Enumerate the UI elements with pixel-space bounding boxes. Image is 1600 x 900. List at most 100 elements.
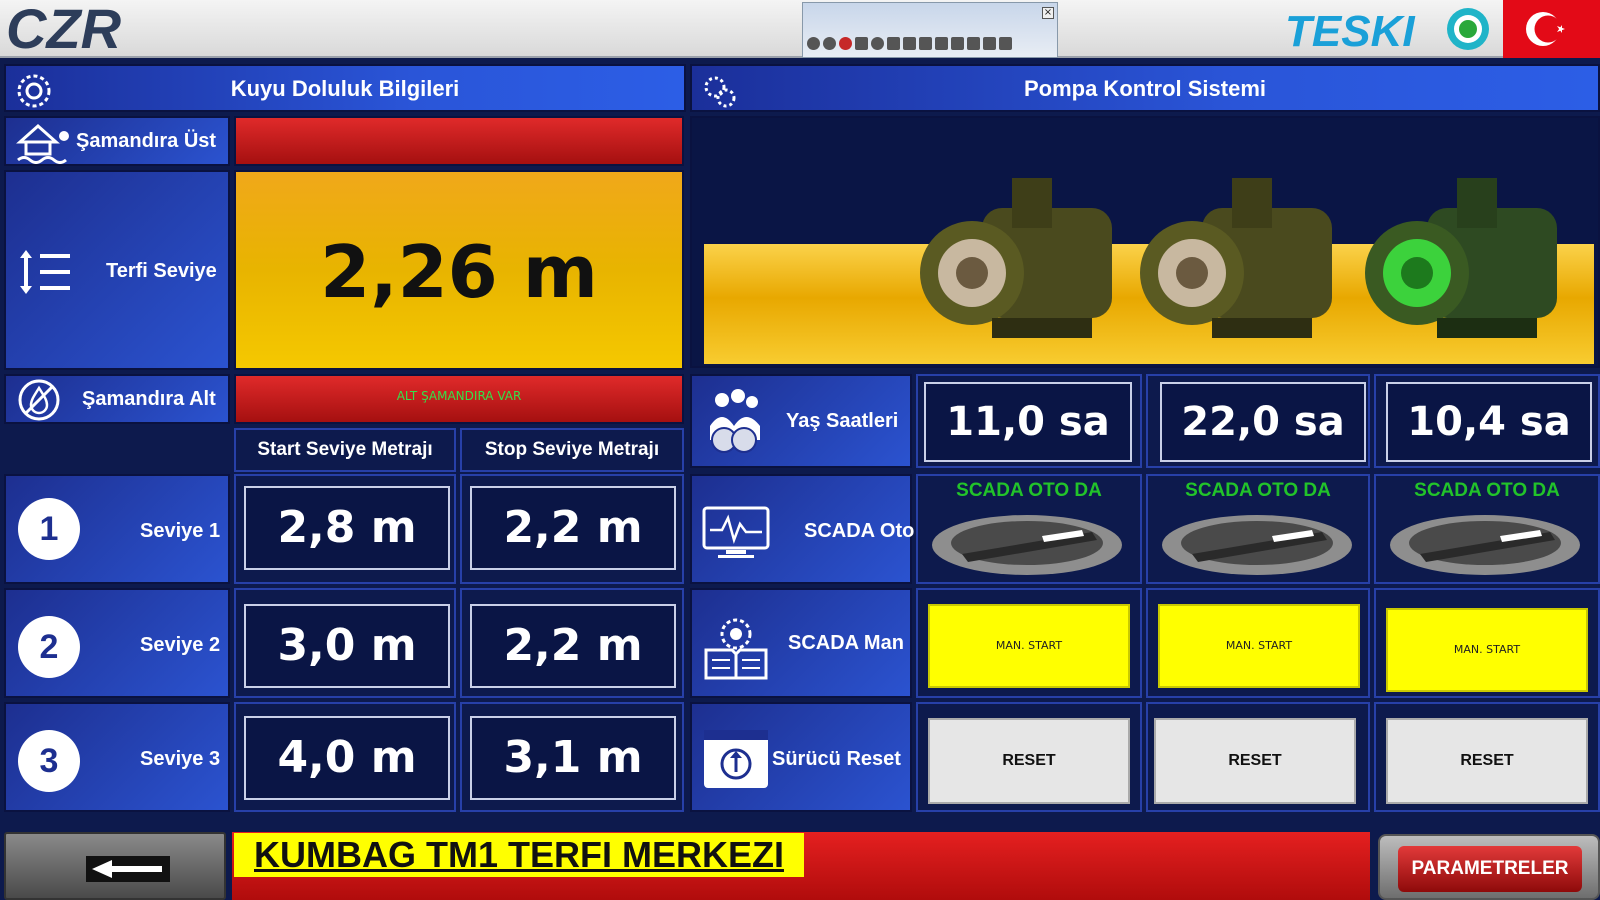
- level-3-stop-value[interactable]: 3,1 m: [470, 716, 676, 800]
- scada-manual-label: SCADA Man: [788, 632, 904, 654]
- pump-1-manual-start-button[interactable]: MAN. START: [928, 604, 1130, 688]
- pump-1-reset-button[interactable]: RESET: [928, 718, 1130, 804]
- float-top-alarm-bar: [234, 116, 684, 166]
- pump-2-manual-start-button[interactable]: MAN. START: [1158, 604, 1360, 688]
- level-2-start-cell: 3,0 m: [234, 588, 456, 698]
- pump-1-scada-status: SCADA OTO DA: [956, 480, 1102, 501]
- pump-panel-header: Pompa Kontrol Sistemi: [690, 64, 1600, 112]
- level-row-2: 2 Seviye 2: [4, 588, 230, 698]
- image-icon[interactable]: [919, 37, 932, 50]
- driver-reset-label-cell: Sürücü Reset: [690, 702, 912, 812]
- scada-manual-label-cell: SCADA Man: [690, 588, 912, 698]
- float-bottom-status-bar: ALT ŞAMANDIRA VAR: [234, 374, 684, 424]
- turkish-flag-icon: [1503, 0, 1600, 58]
- play-icon[interactable]: [807, 37, 820, 50]
- pump-1-hours: 11,0 sa: [924, 382, 1132, 462]
- float-top-cell: Şamandıra Üst: [4, 116, 230, 166]
- people-clock-icon: [710, 389, 760, 453]
- svg-text:TESKI: TESKI: [1285, 7, 1415, 56]
- pump-2-icon: [1140, 178, 1332, 338]
- level-list-icon: [20, 250, 70, 294]
- pump-2-scada-status: SCADA OTO DA: [1185, 480, 1331, 501]
- no-water-icon: [18, 379, 60, 421]
- scada-auto-label-cell: SCADA Oto: [690, 474, 915, 584]
- pump-1-hours-cell: 11,0 sa: [916, 374, 1142, 468]
- level-row-1: 1 Seviye 1: [4, 474, 230, 584]
- pump-1-scada-cell: SCADA OTO DA: [916, 474, 1142, 584]
- parameters-button[interactable]: PARAMETRELER: [1378, 834, 1600, 900]
- pump-1-icon: [920, 178, 1112, 338]
- pump-3-reset-cell: RESET: [1374, 702, 1600, 812]
- level-row-3: 3 Seviye 3: [4, 702, 230, 812]
- level-cell: Terfi Seviye: [4, 170, 230, 370]
- pump-2-hours-cell: 22,0 sa: [1146, 374, 1370, 468]
- record-icon[interactable]: [839, 37, 852, 50]
- flash-icon[interactable]: [855, 37, 868, 50]
- pump-1-reset-cell: RESET: [916, 702, 1142, 812]
- video-icon[interactable]: [951, 37, 964, 50]
- teski-logo: TESKI: [1285, 7, 1489, 56]
- top-bar: CZR × TESKI: [0, 0, 1600, 58]
- level-3-start-cell: 4,0 m: [234, 702, 456, 812]
- driver-reset-label: Sürücü Reset: [772, 748, 901, 770]
- pump-2-hours: 22,0 sa: [1160, 382, 1366, 462]
- pump-illustration: [690, 116, 1600, 368]
- pump-3-hours-cell: 10,4 sa: [1374, 374, 1600, 468]
- level-2-badge: 2: [18, 616, 80, 678]
- pump-3-manual-start-button[interactable]: MAN. START: [1386, 608, 1588, 692]
- level-1-stop-cell: 2,2 m: [460, 474, 684, 584]
- viewer-toolbar: ×: [802, 2, 1058, 58]
- czr-logo: CZR: [6, 4, 122, 54]
- level-1-label: Seviye 1: [140, 520, 221, 542]
- level-2-label: Seviye 2: [140, 634, 221, 656]
- pause-icon[interactable]: [823, 37, 836, 50]
- pump-1-selector-switch-icon[interactable]: [932, 514, 1122, 576]
- window-icon[interactable]: [887, 37, 900, 50]
- start-level-column-header: Start Seviye Metrajı: [234, 428, 456, 472]
- back-button[interactable]: [4, 832, 226, 900]
- trash-icon[interactable]: [999, 37, 1012, 50]
- scada-screen: CZR × TESKI Kuyu Doluluk Bilgileri Pompa…: [0, 0, 1600, 900]
- scada-auto-label: SCADA Oto: [804, 520, 915, 542]
- pump-1-manual-cell: MAN. START: [916, 588, 1142, 698]
- document-icon[interactable]: [903, 37, 916, 50]
- pump-2-reset-button[interactable]: RESET: [1154, 718, 1356, 804]
- pump-2-reset-cell: RESET: [1146, 702, 1370, 812]
- level-1-stop-value[interactable]: 2,2 m: [470, 486, 676, 570]
- level-1-badge: 1: [18, 498, 80, 560]
- well-panel-header: Kuyu Doluluk Bilgileri: [4, 64, 686, 112]
- pump-3-manual-cell: MAN. START: [1374, 588, 1600, 698]
- manual-book-gear-icon: [704, 618, 768, 680]
- svg-text:CZR: CZR: [6, 4, 122, 54]
- level-value: 2,26 m: [234, 170, 684, 370]
- level-3-label: Seviye 3: [140, 748, 221, 770]
- level-label: Terfi Seviye: [106, 260, 217, 282]
- pump-3-hours: 10,4 sa: [1386, 382, 1592, 462]
- level-3-badge: 3: [18, 730, 80, 792]
- pump-2-scada-cell: SCADA OTO DA: [1146, 474, 1370, 584]
- crescent-star-icon: [1526, 12, 1565, 46]
- arrow-left-icon: [86, 856, 170, 882]
- level-3-start-value[interactable]: 4,0 m: [244, 716, 450, 800]
- level-2-start-value[interactable]: 3,0 m: [244, 604, 450, 688]
- float-bottom-status: ALT ŞAMANDIRA VAR: [396, 389, 522, 403]
- hours-label: Yaş Saatleri: [786, 410, 899, 432]
- pump-2-selector-switch-icon[interactable]: [1162, 514, 1352, 576]
- toolbar-icons: [807, 37, 1012, 50]
- toolbar-close-button[interactable]: ×: [1042, 7, 1054, 19]
- float-top-label: Şamandıra Üst: [76, 130, 217, 152]
- level-2-stop-value[interactable]: 2,2 m: [470, 604, 676, 688]
- chart-icon[interactable]: [871, 37, 884, 50]
- well-panel-title: Kuyu Doluluk Bilgileri: [230, 76, 460, 101]
- camera-icon[interactable]: [935, 37, 948, 50]
- pump-3-scada-status: SCADA OTO DA: [1414, 480, 1560, 501]
- level-1-start-cell: 2,8 m: [234, 474, 456, 584]
- stop-level-column-header: Stop Seviye Metrajı: [460, 428, 684, 472]
- level-3-stop-cell: 3,1 m: [460, 702, 684, 812]
- pump-3-selector-switch-icon[interactable]: [1390, 514, 1580, 576]
- level-1-start-value[interactable]: 2,8 m: [244, 486, 450, 570]
- folder-icon[interactable]: [967, 37, 980, 50]
- pump-3-scada-cell: SCADA OTO DA: [1374, 474, 1600, 584]
- pump-3-reset-button[interactable]: RESET: [1386, 718, 1588, 804]
- monitor-icon[interactable]: [983, 37, 996, 50]
